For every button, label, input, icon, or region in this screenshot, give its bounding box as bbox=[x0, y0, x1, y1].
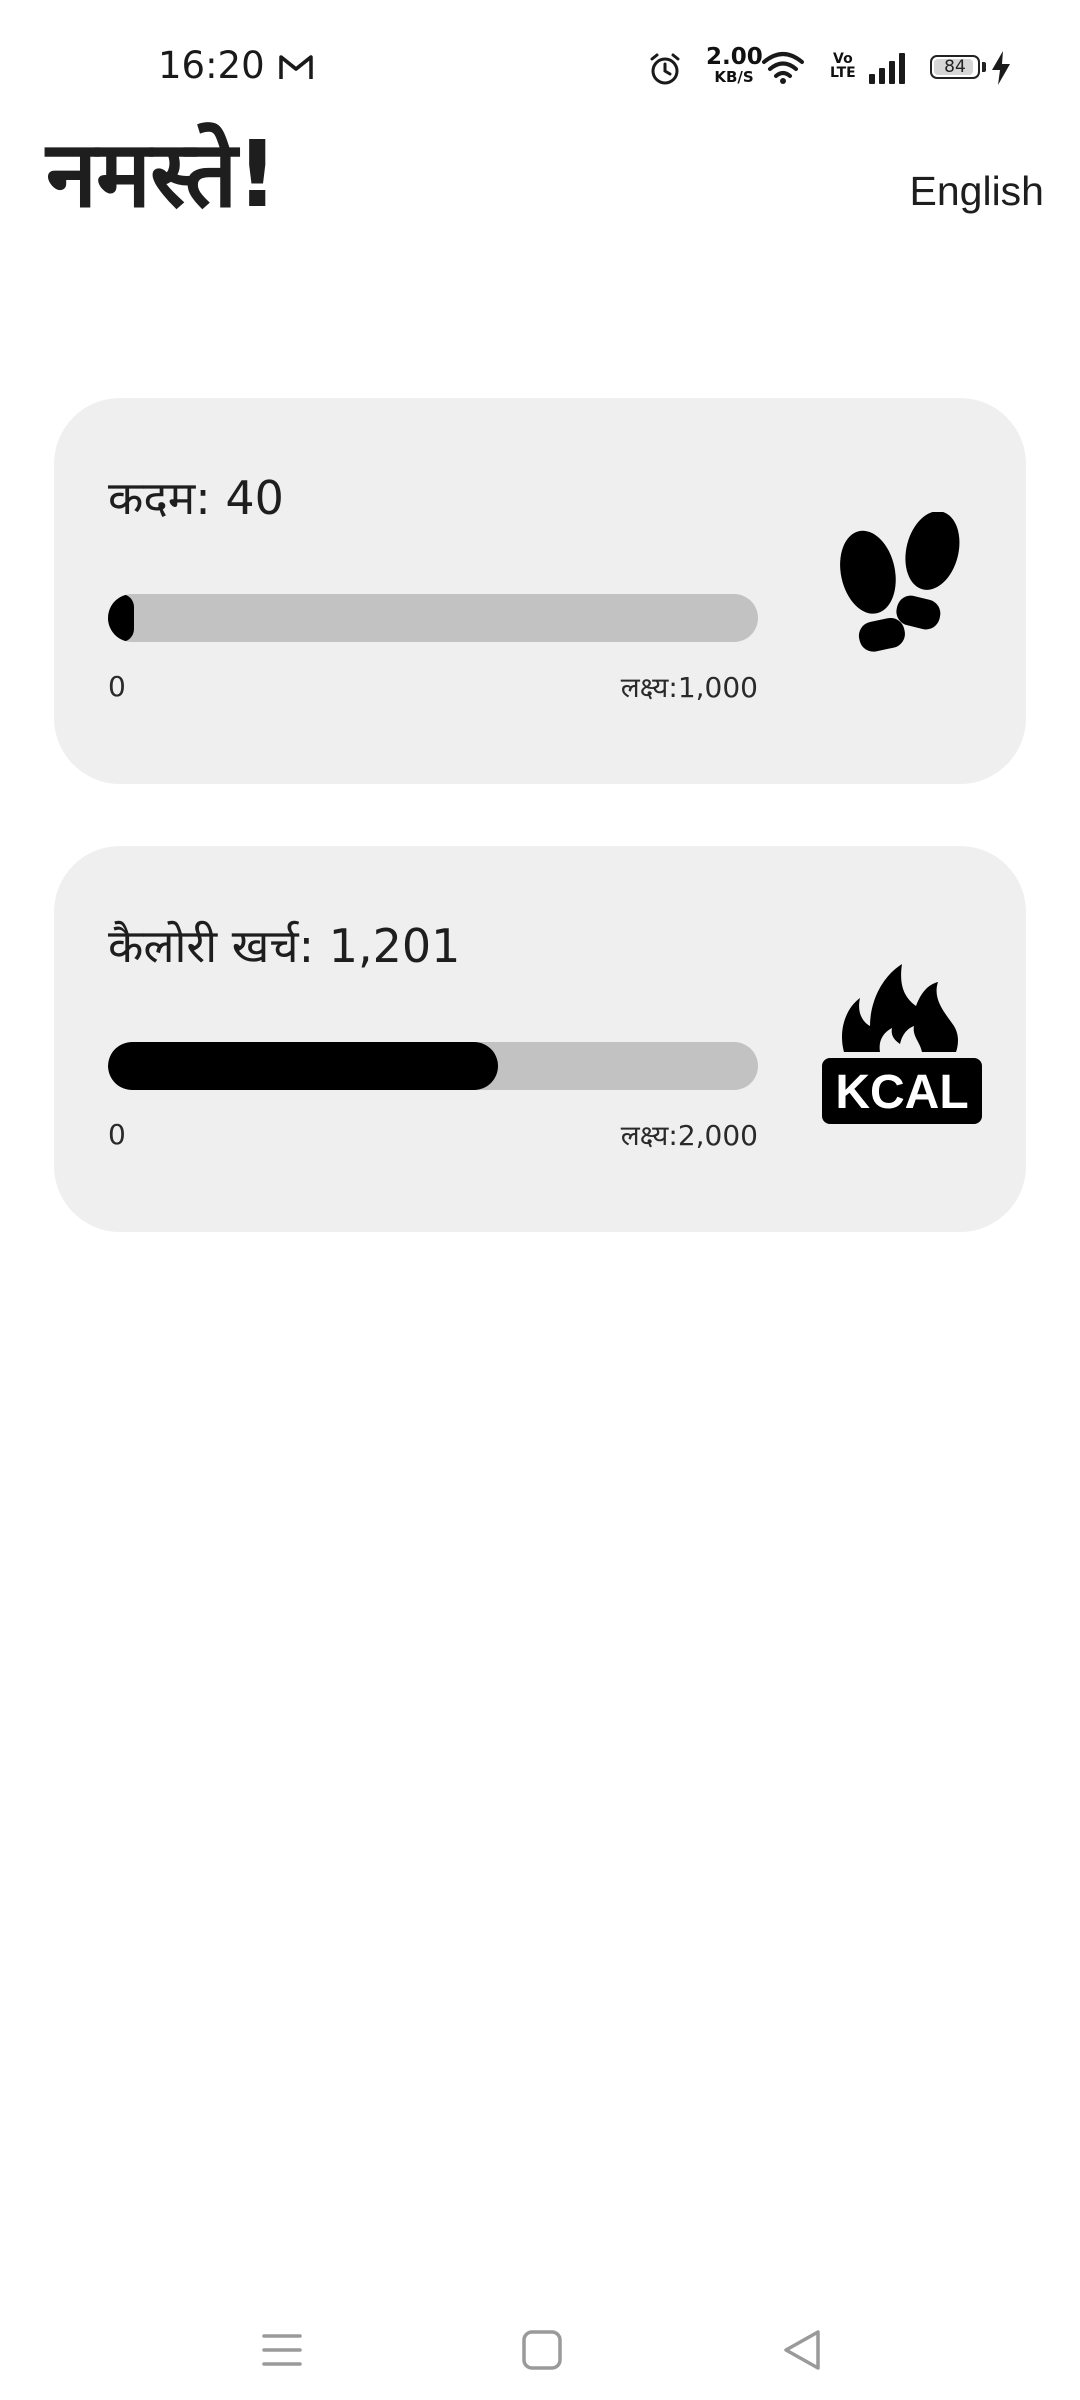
alarm-icon bbox=[650, 53, 680, 85]
volte-bottom: LTE bbox=[830, 65, 856, 81]
gmail-icon bbox=[279, 55, 313, 79]
kcal-label: KCAL bbox=[835, 1066, 968, 1119]
network-speed-value: 2.00 bbox=[706, 44, 763, 70]
menu-icon[interactable] bbox=[252, 2320, 312, 2380]
footprints-icon bbox=[840, 512, 960, 652]
steps-title: कदम: 40 bbox=[108, 471, 284, 525]
battery-cap bbox=[982, 62, 986, 72]
battery-icon: 84 bbox=[930, 55, 980, 79]
calories-progress-bar bbox=[108, 1042, 758, 1090]
signal-icon bbox=[869, 53, 905, 84]
steps-progress-bar bbox=[108, 594, 758, 642]
network-speed: 2.00 KB/S bbox=[706, 44, 763, 86]
language-toggle-button[interactable]: English bbox=[910, 168, 1044, 215]
wifi-icon bbox=[762, 52, 804, 84]
calories-title: कैलोरी खर्च: 1,201 bbox=[108, 919, 461, 973]
volte-indicator: Vo LTE bbox=[830, 52, 856, 80]
status-bar: 16:20 2.00 KB/S Vo LTE 84 bbox=[0, 0, 1080, 130]
steps-goal-label: लक्ष्य:1,000 bbox=[620, 671, 758, 704]
steps-progress-fill bbox=[108, 594, 134, 642]
kcal-flame-icon: KCAL bbox=[822, 964, 982, 1124]
charging-icon bbox=[992, 51, 1010, 85]
network-speed-unit: KB/S bbox=[714, 68, 754, 86]
battery-level: 84 bbox=[944, 57, 966, 77]
system-nav-bar bbox=[0, 2300, 1080, 2400]
calories-progress-fill bbox=[108, 1042, 498, 1090]
calories-card: कैलोरी खर्च: 1,201 0 लक्ष्य:2,000 KCAL bbox=[54, 846, 1026, 1232]
greeting-title: नमस्ते! bbox=[46, 121, 278, 228]
status-time: 16:20 bbox=[158, 44, 265, 87]
steps-min-label: 0 bbox=[108, 670, 126, 703]
calories-goal-label: लक्ष्य:2,000 bbox=[620, 1119, 758, 1152]
calories-min-label: 0 bbox=[108, 1118, 126, 1151]
steps-card: कदम: 40 0 लक्ष्य:1,000 bbox=[54, 398, 1026, 784]
back-icon[interactable] bbox=[772, 2320, 832, 2380]
home-icon[interactable] bbox=[512, 2320, 572, 2380]
